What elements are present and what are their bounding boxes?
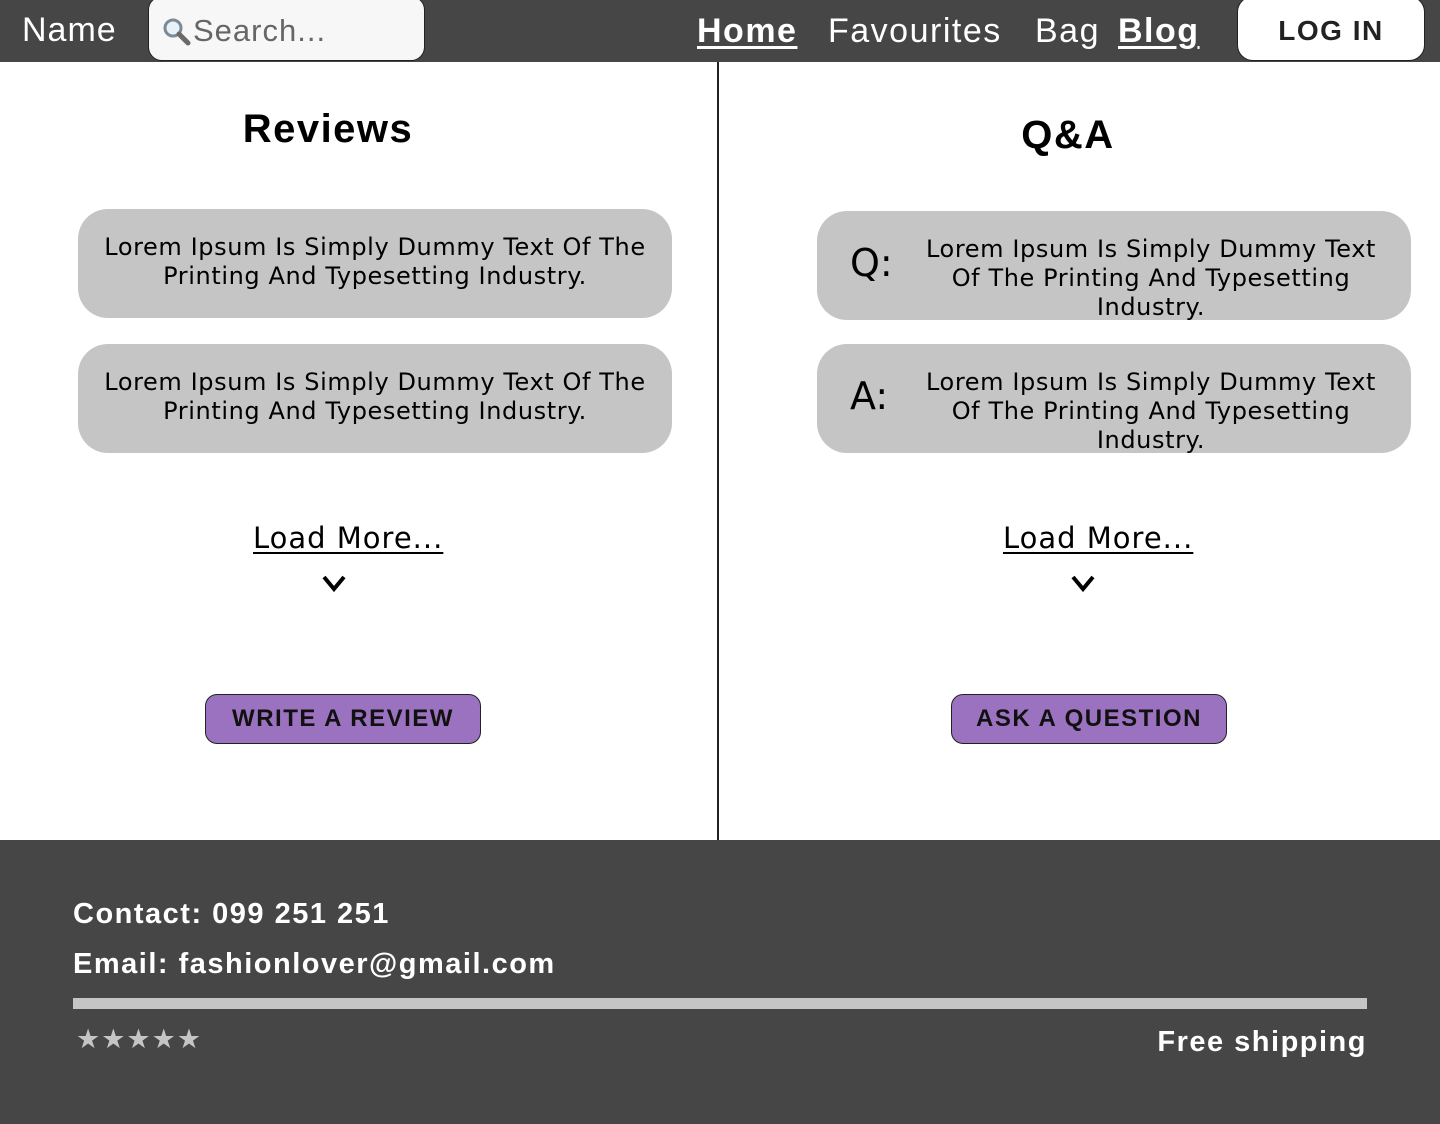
chevron-down-icon[interactable] <box>1071 574 1095 593</box>
page: Name Home Favourites Bag Blog LOG IN Rev… <box>0 0 1440 1124</box>
footer: Contact: 099 251 251 Email: fashionlover… <box>0 840 1440 1124</box>
login-button[interactable]: LOG IN <box>1237 0 1425 61</box>
nav-link-bag[interactable]: Bag <box>1035 10 1100 52</box>
nav-link-favourites[interactable]: Favourites <box>828 10 1002 52</box>
question-text: Lorem Ipsum Is Simply Dummy Text Of The … <box>925 235 1377 321</box>
top-nav-bar: Name Home Favourites Bag Blog LOG IN <box>0 0 1440 62</box>
nav-link-home[interactable]: Home <box>697 10 797 52</box>
question-card: Q: Lorem Ipsum Is Simply Dummy Text Of T… <box>817 211 1411 321</box>
free-shipping-label: Free shipping <box>1157 1026 1367 1058</box>
reviews-load-more-link[interactable]: Load More... <box>253 520 443 556</box>
contact-email[interactable]: Email: fashionlover@gmail.com <box>73 946 556 982</box>
review-text: Lorem Ipsum Is Simply Dummy Text Of The … <box>104 233 646 290</box>
qa-title: Q&A <box>1021 113 1115 157</box>
question-prefix: Q: <box>850 241 893 285</box>
main-nav: Home Favourites Bag Blog <box>0 10 1440 54</box>
chevron-down-icon[interactable] <box>322 574 346 593</box>
ask-question-button[interactable]: ASK A QUESTION <box>951 694 1227 744</box>
answer-text: Lorem Ipsum Is Simply Dummy Text Of The … <box>925 368 1377 454</box>
answer-prefix: A: <box>850 374 889 418</box>
qa-load-more-link[interactable]: Load More... <box>1003 520 1193 556</box>
review-text: Lorem Ipsum Is Simply Dummy Text Of The … <box>104 368 646 425</box>
column-divider <box>717 62 719 840</box>
nav-link-blog[interactable]: Blog <box>1118 10 1200 52</box>
write-review-button[interactable]: WRITE A REVIEW <box>205 694 481 744</box>
answer-card: A: Lorem Ipsum Is Simply Dummy Text Of T… <box>817 344 1411 454</box>
review-card: Lorem Ipsum Is Simply Dummy Text Of The … <box>78 344 672 453</box>
footer-divider <box>73 998 1367 1009</box>
review-card: Lorem Ipsum Is Simply Dummy Text Of The … <box>78 209 672 318</box>
rating-stars: ★★★★★ <box>76 1024 203 1055</box>
contact-phone: Contact: 099 251 251 <box>73 898 390 930</box>
reviews-title: Reviews <box>242 107 414 151</box>
